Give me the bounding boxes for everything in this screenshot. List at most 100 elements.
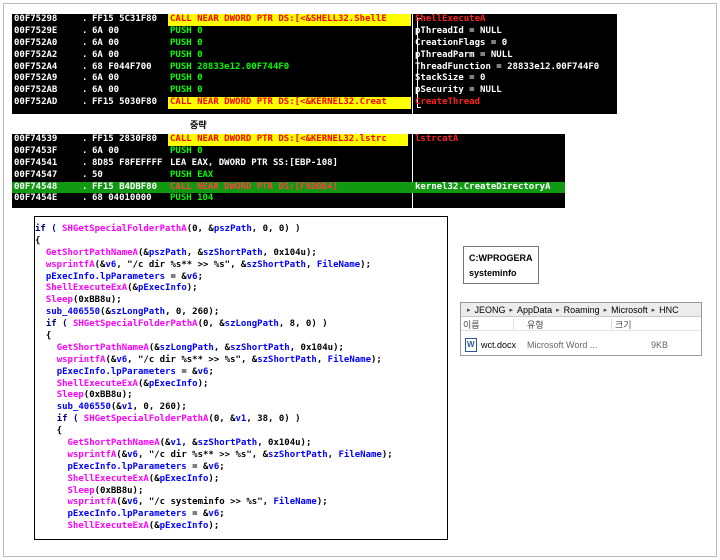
disasm-row[interactable]: 00F752A2. 6A 00 PUSH 0 pThreadParm = NULL [12, 50, 617, 62]
disasm-address: 00F74548 [14, 181, 58, 192]
code-token: (& [116, 497, 128, 508]
code-token: Sleep [67, 485, 95, 496]
column-separator[interactable] [611, 319, 612, 329]
disasm-hex: 50 [92, 169, 103, 180]
disasm-marker: . [82, 61, 88, 72]
disasm-instruction: PUSH 0 [170, 145, 203, 156]
disasm-comment: pSecurity = NULL [415, 85, 502, 96]
code-token: (& [110, 402, 122, 413]
code-token: (0, & [208, 414, 236, 425]
breadcrumb-item[interactable]: Roaming [564, 305, 600, 315]
disasm-row[interactable]: 00F75298. FF15 5C31F80 CALL NEAR DWORD PTR… [12, 14, 617, 26]
column-name[interactable]: 이름 [463, 318, 480, 331]
code-token: = & [186, 461, 209, 472]
code-line: GetShortPathNameA(&pszPath, &szShortPath… [35, 248, 447, 260]
code-token: ); [208, 521, 220, 532]
disasm-hex: FF15 2830F80 [92, 134, 158, 144]
disasm-row[interactable]: 00F74539. FF15 2830F80 CALL NEAR DWORD PTR… [12, 134, 565, 146]
code-line: ShellExecuteExA(&pExecInfo); [35, 283, 447, 295]
code-token: v1 [170, 438, 182, 449]
disasm-hex: 6A 00 [92, 25, 120, 36]
code-token: ; [219, 461, 225, 472]
breadcrumb-chevron-icon[interactable]: ▸ [652, 306, 656, 314]
code-token: , & [181, 438, 198, 449]
file-size: 9KB [651, 340, 669, 350]
code-token: ShellExecuteExA [67, 521, 149, 532]
disasm-instruction: PUSH 0 [170, 85, 203, 96]
column-separator[interactable] [513, 319, 514, 329]
code-token: Sleep [56, 390, 84, 401]
disasm-row[interactable]: 00F7453F. 6A 00 PUSH 0 [12, 146, 565, 158]
file-row[interactable]: wct.docx Microsoft Word ... 9KB [461, 337, 701, 355]
code-token: (0xBB8u); [94, 485, 144, 496]
disasm-address: 00F752A9 [14, 73, 58, 84]
disasm-hex: 68 F044F700 [92, 61, 152, 72]
breadcrumb-item[interactable]: HNC [659, 305, 679, 315]
breadcrumb-chevron-icon[interactable]: ▸ [510, 306, 514, 314]
code-token: (& [105, 354, 117, 365]
disasm-row[interactable]: 00F752AB. 6A 00 PUSH 0 pSecurity = NULL [12, 85, 617, 97]
disasm-marker: . [82, 37, 88, 48]
disasm-row[interactable]: 00F74541. 8D85 F8FEFFFF LEA EAX, DWORD PTR… [12, 158, 565, 170]
code-token: szShortPath [203, 247, 263, 258]
disasm-row[interactable]: 00F74548. FF15 B4DBF80 CALL NEAR DWORD PTR… [12, 181, 565, 194]
column-size[interactable]: 크기 [615, 318, 632, 331]
breadcrumb-chevron-icon[interactable]: ▸ [604, 306, 608, 314]
disasm-row[interactable]: 00F752A9. 6A 00 PUSH 0 StackSize = 0 [12, 73, 617, 85]
code-token: ); [186, 283, 198, 294]
code-token: , [327, 449, 339, 460]
code-token: GetShortPathNameA [67, 438, 160, 449]
column-type[interactable]: 유형 [527, 318, 544, 331]
disasm-address: 00F7454E [14, 193, 58, 204]
code-token: { [35, 235, 41, 246]
code-token: = & [165, 271, 187, 282]
code-token: ); [197, 378, 209, 389]
breadcrumb-chevron-icon[interactable]: ▸ [467, 306, 471, 314]
disasm-hex: FF15 B4DBF80 [92, 181, 158, 192]
disasm-row[interactable]: 00F752AD. FF15 5030F80 CALL NEAR DWORD PTR… [12, 97, 617, 110]
code-token: (& [148, 521, 160, 532]
disasm-comment: StackSize = 0 [415, 73, 486, 84]
disasm-comment [413, 158, 565, 170]
code-token: SHGetSpecialFolderPathA [62, 224, 187, 234]
code-token: wsprintfA [67, 449, 117, 460]
disasm-hex: 6A 00 [92, 85, 120, 96]
code-token: (& [94, 259, 106, 270]
code-token: pExecInfo.lpParameters [67, 509, 187, 520]
disasm-comment [413, 170, 565, 182]
disasm-instruction: PUSH 104 [170, 193, 214, 204]
code-token: (0xBB8u); [72, 295, 122, 306]
code-token: ShellExecuteExA [67, 473, 149, 484]
breadcrumb-chevron-icon[interactable]: ▸ [556, 306, 560, 314]
breadcrumb-item[interactable]: AppData [517, 305, 552, 315]
code-line: GetShortPathNameA(&szLongPath, &szShortP… [35, 343, 447, 355]
disasm-row[interactable]: 00F752A0. 6A 00 PUSH 0 CreationFlags = 0 [12, 38, 617, 50]
disasm-row[interactable]: 00F7529E. 6A 00 PUSH 0 pThreadId = NULL [12, 26, 617, 38]
code-token: , "/c systeminfo >> %s", [137, 497, 274, 508]
code-token: ; [219, 509, 225, 520]
code-token: pExecInfo [137, 283, 187, 294]
code-token: , 8, 0) ) [278, 319, 328, 330]
code-token: , 0x104u); [257, 438, 312, 449]
code-token: pExecInfo [148, 378, 198, 389]
memo-path-text: C:WPROGERA [469, 253, 533, 263]
disasm-row[interactable]: 00F752A4. 68 F044F700 PUSH 28833e12.00F744… [12, 62, 617, 74]
disasm-marker: . [82, 85, 88, 96]
code-token: , [305, 259, 317, 270]
code-token: szShortPath [268, 449, 328, 460]
disasm-row[interactable]: 00F7454E. 68 04010000 PUSH 104 [12, 193, 565, 205]
code-token: szLongPath [159, 342, 214, 353]
disasm-row[interactable]: 00F74547. 50 PUSH EAX [12, 170, 565, 182]
code-token: if ( [56, 414, 84, 425]
disasm-comment: pThreadId = NULL [415, 25, 502, 36]
breadcrumb-item[interactable]: Microsoft [611, 305, 648, 315]
breadcrumb-item[interactable]: JEONG [475, 305, 506, 315]
disasm-comment: lstrcatA [415, 134, 459, 144]
code-token: ); [316, 497, 328, 508]
code-token: (& [159, 438, 171, 449]
code-token: , "/c dir %s** >> %s", & [116, 259, 247, 270]
